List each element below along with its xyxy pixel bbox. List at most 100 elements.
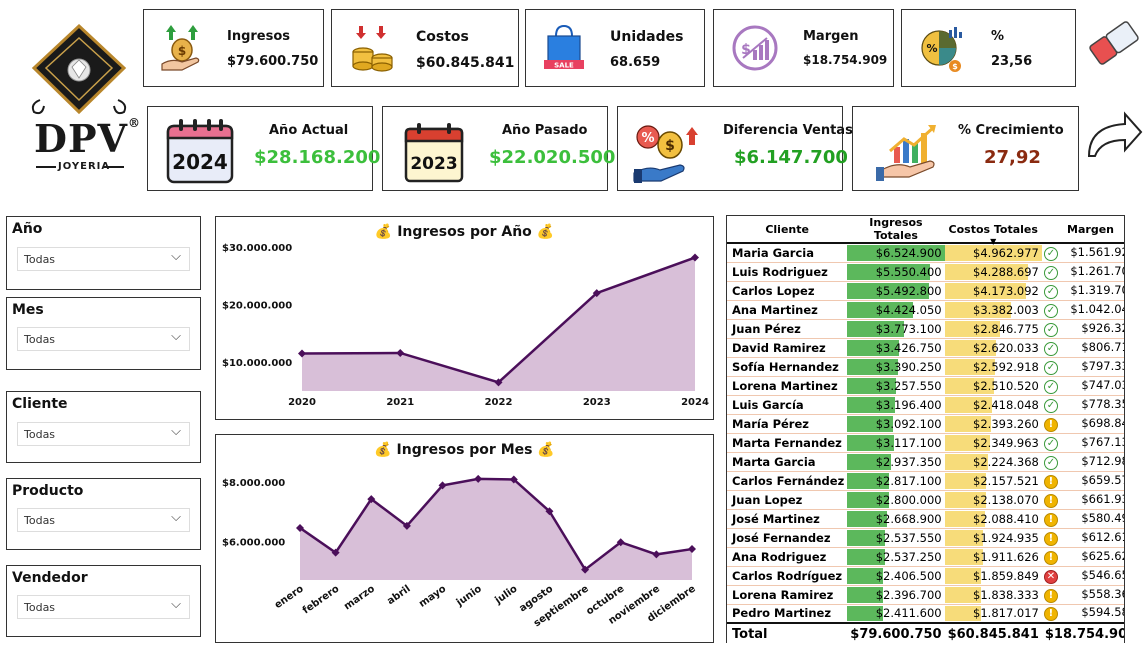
- chevron-down-icon: ⌵: [171, 424, 181, 439]
- cell-costos: $1.924.935: [944, 528, 1042, 548]
- card-diferencia-ventas: % $ Diferencia Ventas $6.147.700: [617, 106, 853, 191]
- ingresos-value: $3.390.250: [875, 359, 942, 374]
- table-row[interactable]: Marta Fernandez $3.117.100 $2.349.963 ✓ $767…: [727, 433, 1124, 453]
- cell-costos: $2.620.033: [944, 338, 1042, 358]
- cell-cliente: Luis García: [727, 395, 848, 415]
- cell-margen: ✓ $926.325: [1041, 319, 1124, 339]
- cell-cliente: Marta Garcia: [727, 452, 848, 472]
- x-tick-label: mayo: [417, 583, 448, 609]
- filter-cliente-label: Cliente: [12, 396, 68, 412]
- brand-subtitle: JOYERIA: [58, 161, 111, 172]
- ingresos-value: $2.406.500: [875, 568, 942, 583]
- area-fill: [300, 478, 692, 580]
- total-label: Total: [727, 622, 848, 643]
- table-total-row: Total$79.600.750$60.845.841$18.754.909: [727, 622, 1124, 643]
- table-row[interactable]: Maria Garcia $6.524.900 $4.962.977 ✓ $1.561.…: [727, 243, 1124, 263]
- svg-text:$: $: [952, 62, 958, 71]
- calendar-2024-icon: 2024: [166, 119, 234, 184]
- kpi-margen-label: Margen: [803, 29, 859, 44]
- table-row[interactable]: Marta Garcia $2.937.350 $2.224.368 ✓ $712.98…: [727, 452, 1124, 472]
- table-row[interactable]: Lorena Ramirez $2.396.700 $1.838.333! $558.…: [727, 585, 1124, 605]
- ingresos-value: $2.668.900: [875, 511, 942, 526]
- table-row[interactable]: José Fernandez $2.537.550 $1.924.935! $612.…: [727, 528, 1124, 548]
- table-row[interactable]: Ana Martinez $4.424.050 $3.382.003 ✓ $1.042.…: [727, 300, 1124, 320]
- margen-value: $625.624: [1081, 548, 1124, 563]
- header-ingresos[interactable]: Ingresos Totales: [847, 216, 945, 244]
- costos-value: $2.592.918: [973, 359, 1039, 374]
- ingresos-value: $2.817.100: [875, 473, 942, 488]
- table-row[interactable]: Juan Pérez $3.773.100 $2.846.775 ✓ $926.325: [727, 319, 1124, 339]
- costos-value: $1.817.017: [973, 606, 1039, 621]
- chart-ingresos-por-mes: 💰 Ingresos por Mes 💰 $6.000.000 $8.000.00…: [215, 434, 714, 643]
- cell-costos: $1.911.626: [944, 547, 1042, 567]
- y-tick-label: $8.000.000: [222, 478, 285, 489]
- margen-value: $926.325: [1081, 320, 1124, 335]
- kpi-unidades-label: Unidades: [610, 29, 684, 45]
- warning-circle-icon: !: [1043, 588, 1058, 603]
- filter-mes-dropdown[interactable]: Todas ⌵: [17, 327, 190, 351]
- brand-divider: [36, 166, 56, 168]
- money-bag-hand-icon: $: [161, 25, 200, 71]
- margen-value: $580.490: [1081, 510, 1124, 525]
- cell-cliente: Marta Fernandez: [727, 433, 848, 453]
- table-row[interactable]: José Martinez $2.668.900 $2.088.410! $580.4…: [727, 509, 1124, 529]
- ingresos-value: $2.937.350: [875, 454, 942, 469]
- cell-ingresos: $2.668.900: [847, 509, 945, 529]
- table-row[interactable]: David Ramirez $3.426.750 $2.620.033 ✓ $806.7…: [727, 338, 1124, 358]
- filter-vendedor-dropdown[interactable]: Todas ⌵: [17, 595, 190, 619]
- kpi-card-unidades: SALE Unidades 68.659: [525, 9, 705, 87]
- ingresos-value: $3.196.400: [875, 397, 942, 412]
- filter-cliente-dropdown[interactable]: Todas ⌵: [17, 422, 190, 446]
- filter-producto-dropdown[interactable]: Todas ⌵: [17, 508, 190, 532]
- ingresos-value: $2.800.000: [875, 492, 942, 507]
- ingresos-value: $6.524.900: [875, 245, 942, 260]
- table-row[interactable]: Luis García $3.196.400 $2.418.048 ✓ $778.352: [727, 395, 1124, 415]
- calendar-year-text: 2024: [172, 150, 228, 174]
- costos-value: $1.924.935: [973, 530, 1039, 545]
- table-row[interactable]: Lorena Martinez $3.257.550 $2.510.520 ✓ $747…: [727, 376, 1124, 396]
- header-margen[interactable]: Margen: [1041, 216, 1124, 244]
- costos-value: $2.846.775: [973, 321, 1039, 336]
- margen-value: $698.840: [1081, 415, 1124, 430]
- table-row[interactable]: Carlos Lopez $5.492.800 $4.173.092 ✓ $1.319.…: [727, 281, 1124, 301]
- table-row[interactable]: Carlos Rodríguez $2.406.500 $1.859.849 ✕ $54…: [727, 566, 1124, 586]
- cell-margen: ✓ $767.137: [1041, 433, 1124, 453]
- navigate-arrow-icon[interactable]: [1085, 108, 1145, 160]
- check-circle-icon: ✓: [1043, 455, 1058, 470]
- table-row[interactable]: Carlos Fernández $2.817.100 $2.157.521! $65…: [727, 471, 1124, 491]
- filter-cliente-value: Todas: [24, 428, 56, 441]
- kpi-card-costos: Costos $60.845.841: [331, 9, 519, 87]
- costos-value: $1.838.333: [973, 587, 1039, 602]
- ingresos-value: $3.426.750: [875, 340, 942, 355]
- check-circle-icon: ✓: [1043, 246, 1058, 261]
- table-row[interactable]: Sofía Hernandez $3.390.250 $2.592.918 ✓ $797…: [727, 357, 1124, 377]
- cell-margen: ✕ $546.651: [1041, 566, 1124, 586]
- table-row[interactable]: Luis Rodriguez $5.550.400 $4.288.697 ✓ $1.26…: [727, 262, 1124, 282]
- table-row[interactable]: María Pérez $3.092.100 $2.393.260! $698.840: [727, 414, 1124, 434]
- check-circle-icon: ✓: [1043, 436, 1058, 451]
- calendar-year-text: 2023: [410, 154, 457, 174]
- filter-producto-label: Producto: [12, 483, 84, 499]
- costos-value: $2.349.963: [973, 435, 1039, 450]
- clientes-table: Cliente Ingresos Totales Costos Totales ▼…: [727, 216, 1124, 643]
- costos-value: $2.224.368: [973, 454, 1039, 469]
- header-cliente[interactable]: Cliente: [727, 216, 848, 244]
- cell-costos: $4.962.977: [944, 243, 1042, 263]
- filter-anio-label: Año: [12, 221, 43, 237]
- margen-value: $778.352: [1081, 396, 1124, 411]
- check-circle-icon: ✓: [1043, 284, 1058, 299]
- header-costos[interactable]: Costos Totales ▼: [944, 216, 1042, 246]
- cell-margen: ✓ $806.717: [1041, 338, 1124, 358]
- eraser-icon[interactable]: [1083, 12, 1145, 74]
- costos-value: $4.288.697: [973, 264, 1039, 279]
- cell-costos: $2.592.918: [944, 357, 1042, 377]
- table-row[interactable]: Pedro Martinez $2.411.600 $1.817.017! $594.…: [727, 604, 1124, 624]
- table-row[interactable]: Juan Lopez $2.800.000 $2.138.070! $661.930: [727, 490, 1124, 510]
- cell-costos: $2.224.368: [944, 452, 1042, 472]
- filter-anio-dropdown[interactable]: Todas ⌵: [17, 247, 190, 271]
- header-costos-label: Costos Totales: [948, 222, 1038, 236]
- filter-anio-value: Todas: [24, 253, 56, 266]
- chevron-down-icon: ⌵: [171, 329, 181, 344]
- warning-circle-icon: !: [1043, 512, 1058, 527]
- table-row[interactable]: Ana Rodriguez $2.537.250 $1.911.626! $625.6…: [727, 547, 1124, 567]
